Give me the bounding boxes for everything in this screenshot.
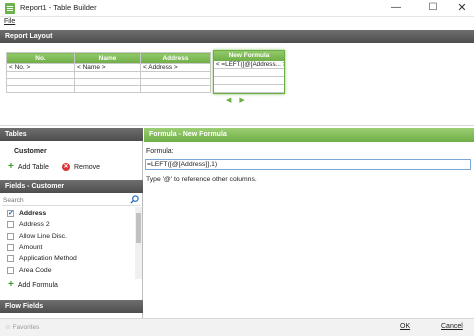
column-cell-address[interactable]: < Address > [140,63,211,72]
field-item-address-2[interactable]: Address 2 [7,219,132,230]
left-panel: Tables Customer + Add Table ✕ Remove Fie… [0,128,143,318]
flow-fields-header[interactable]: Flow Fields [0,300,143,313]
field-item-area-code[interactable]: Area Code [7,264,132,275]
checkbox[interactable] [7,255,14,263]
add-formula-button[interactable]: + Add Formula [8,279,58,290]
remove-icon: ✕ [62,163,70,171]
minimize-button[interactable]: — [380,0,412,17]
checkbox[interactable] [7,244,14,252]
plus-icon: + [8,279,14,290]
column-nav-arrows: ◀▶ [226,96,253,104]
field-label: Allow Line Disc. [19,232,67,240]
formula-panel-header: Formula - New Formula [144,128,474,142]
remove-label: Remove [74,163,101,171]
search-input[interactable] [3,196,125,205]
menu-file[interactable]: File [4,18,15,25]
scrollbar-thumb[interactable] [136,213,141,243]
report-layout-header: Report Layout [0,30,474,43]
maximize-button[interactable]: ☐ [417,0,449,17]
column-header-no[interactable]: No. [6,52,75,64]
remove-table-button[interactable]: ✕ Remove [62,163,100,171]
favorites-button[interactable]: ☆ Favorites [5,323,39,331]
close-button[interactable]: ✕ [446,0,474,17]
add-table-label: Add Table [17,163,49,171]
app-icon [5,3,15,14]
field-label: Application Method [19,255,77,263]
formula-input[interactable]: =LEFT([@[Address]],1) [145,159,471,170]
empty-cell [74,85,141,93]
checkbox[interactable] [7,266,14,274]
column-header-address[interactable]: Address [140,52,211,64]
menu-bar: File [0,17,474,28]
empty-cell [140,78,211,86]
report-layout-area: No. Name Address < No. > < Name > < Addr… [0,44,474,126]
field-label: Address 2 [19,221,50,229]
window-title: Report1 - Table Builder [20,3,97,12]
field-item-amount[interactable]: Amount [7,242,132,253]
selected-column-new-formula[interactable]: New Formula < =LEFT([@[Address... > [213,50,285,94]
field-label: Area Code [19,266,52,274]
ok-button[interactable]: OK [400,323,410,330]
cancel-button[interactable]: Cancel [441,323,463,330]
tables-header: Tables [0,128,143,141]
table-item-customer[interactable]: Customer [14,148,47,155]
empty-cell [6,71,75,79]
empty-cell [214,77,284,85]
empty-cell [74,78,141,86]
column-cell-new-formula[interactable]: < =LEFT([@[Address... > [214,61,284,69]
add-formula-label: Add Formula [17,281,58,289]
fields-header: Fields - Customer [0,180,143,193]
formula-panel: Formula - New Formula Formula: =LEFT([@[… [144,128,474,318]
column-cell-no[interactable]: < No. > [6,63,75,72]
empty-cell [74,71,141,79]
add-table-button[interactable]: + Add Table [8,161,49,172]
field-search [2,195,141,206]
column-header-new-formula[interactable]: New Formula [214,51,284,61]
field-item-application-method[interactable]: Application Method [7,253,132,264]
field-label: Amount [19,244,43,252]
formula-hint: Type '@' to reference other columns. [146,176,257,183]
plus-icon: + [8,161,14,172]
move-right-icon[interactable]: ▶ [239,97,252,104]
report-table: No. Name Address < No. > < Name > < Addr… [6,52,211,93]
search-icon[interactable] [130,195,139,204]
empty-cell [140,71,211,79]
checkbox[interactable] [7,209,14,218]
field-item-allow-line-disc[interactable]: Allow Line Disc. [7,231,132,242]
title-bar: Report1 - Table Builder — ☐ ✕ [0,0,474,17]
checkbox[interactable] [7,232,14,240]
field-label: Address [19,210,47,218]
column-cell-name[interactable]: < Name > [74,63,141,72]
empty-cell [140,85,211,93]
checkbox[interactable] [7,221,14,229]
footer-bar: ☆ Favorites OK Cancel [0,318,474,336]
move-left-icon[interactable]: ◀ [226,97,239,104]
empty-cell [214,85,284,93]
empty-cell [214,69,284,77]
formula-label: Formula: [146,148,174,155]
empty-cell [6,78,75,86]
column-header-name[interactable]: Name [74,52,141,64]
field-item-address[interactable]: Address [7,208,132,219]
field-list: Address Address 2 Allow Line Disc. Amoun… [7,208,132,276]
empty-cell [6,85,75,93]
field-list-scrollbar[interactable] [135,207,142,279]
favorites-label: Favorites [12,324,40,331]
